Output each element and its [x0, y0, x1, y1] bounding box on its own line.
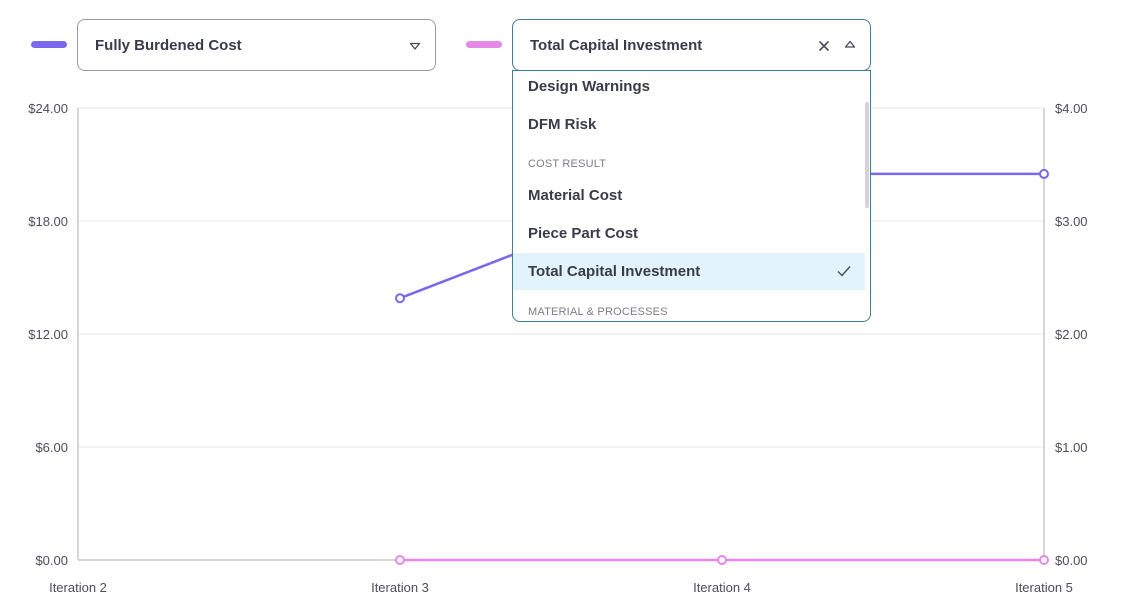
y-right-tick-label: $3.00 — [1055, 214, 1088, 229]
dropdown-option[interactable]: Design Warnings — [513, 71, 865, 105]
series-2-point[interactable] — [717, 555, 727, 565]
dropdown-group-heading: COST RESULT — [528, 158, 606, 170]
y-right-tick-label: $1.00 — [1055, 440, 1088, 455]
y-right-tick-label: $0.00 — [1055, 553, 1088, 568]
dropdown-option[interactable]: Total Capital Investment — [513, 253, 865, 290]
series-1-point[interactable] — [395, 293, 405, 304]
y-right-tick-label: $4.00 — [1055, 101, 1088, 116]
x-tick-label: Iteration 4 — [693, 580, 751, 595]
x-tick-label: Iteration 2 — [49, 580, 107, 595]
y-right-tick-label: $2.00 — [1055, 327, 1088, 342]
dropdown-scrollbar[interactable] — [865, 102, 869, 208]
y-left-tick-label: $18.00 — [28, 214, 68, 229]
y-left-tick-label: $12.00 — [28, 327, 68, 342]
y-left-tick-label: $6.00 — [35, 440, 68, 455]
y-left-tick-label: $24.00 — [28, 101, 68, 116]
series-2-point[interactable] — [1039, 555, 1049, 565]
dropdown-option[interactable]: DFM Risk — [513, 106, 865, 143]
dropdown-option-label: DFM Risk — [528, 116, 597, 133]
y-left-tick-label: $0.00 — [35, 553, 68, 568]
dropdown-option[interactable]: Material Cost — [513, 177, 865, 214]
check-icon — [837, 266, 851, 277]
dropdown-option-label: Piece Part Cost — [528, 225, 639, 242]
dropdown-group-label: MATERIAL & PROCESSES — [528, 306, 668, 318]
dropdown-group-heading: MATERIAL & PROCESSES — [528, 306, 668, 318]
dropdown-option-label: Total Capital Investment — [528, 263, 701, 280]
series-1-point[interactable] — [1039, 168, 1049, 179]
dropdown-option[interactable]: Piece Part Cost — [513, 215, 865, 252]
metric-dropdown-menu[interactable]: Design Warnings DFM Risk COST RESULT Materi… — [512, 70, 871, 322]
x-tick-label: Iteration 3 — [371, 580, 429, 595]
dropdown-option-label: Design Warnings — [528, 78, 650, 95]
series-2-point[interactable] — [395, 555, 405, 565]
x-tick-label: Iteration 5 — [1015, 580, 1073, 595]
dropdown-option-label: Material Cost — [528, 187, 623, 204]
dropdown-group-label: COST RESULT — [528, 158, 607, 170]
